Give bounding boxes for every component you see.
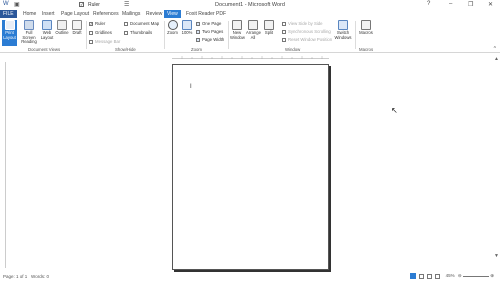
- draft-icon: [72, 20, 82, 30]
- group-divider: [228, 21, 229, 49]
- group-divider: [355, 21, 356, 49]
- tab-page-layout[interactable]: Page Layout: [60, 11, 90, 17]
- tab-home[interactable]: Home: [22, 11, 37, 17]
- sync-scroll-icon: [282, 29, 286, 34]
- zoom-group-label: Zoom: [191, 47, 202, 52]
- one-page-button[interactable]: One Page: [196, 21, 221, 26]
- tab-mailings[interactable]: Mailings: [121, 11, 141, 17]
- text-cursor: I: [190, 84, 192, 90]
- split-icon: [264, 20, 274, 30]
- horizontal-ruler[interactable]: [172, 55, 329, 59]
- zoom-button[interactable]: Zoom: [166, 20, 179, 36]
- minimize-icon[interactable]: –: [449, 1, 452, 7]
- outline-view-icon[interactable]: [435, 273, 441, 279]
- print-layout-button[interactable]: Print Layout: [2, 20, 17, 46]
- title-bar: W ▣ ✓ Ruler ☰ Document1 - Microsoft Word…: [0, 0, 500, 10]
- window-title: Document1 - Microsoft Word: [215, 2, 285, 8]
- ribbon: Print Layout Full Screen Reading Web Lay…: [0, 19, 500, 53]
- word-count[interactable]: Words: 0: [31, 274, 49, 279]
- gridlines-checkbox[interactable]: Gridlines: [89, 30, 112, 35]
- print-layout-icon: [4, 20, 15, 30]
- synchronous-scrolling-button[interactable]: Synchronous Scrolling: [282, 29, 331, 34]
- zoom-level[interactable]: 45%: [446, 273, 455, 278]
- ruler-checkbox[interactable]: ✓ Ruler: [89, 21, 105, 26]
- document-views-label: Document Views: [28, 47, 61, 52]
- horizontal-ruler-ticks: [181, 56, 323, 59]
- tab-foxit[interactable]: Foxit Reader PDF: [185, 11, 227, 17]
- collapse-ribbon-icon[interactable]: ^: [494, 46, 496, 52]
- tab-references[interactable]: References: [92, 11, 120, 17]
- magnifier-icon: [167, 20, 178, 30]
- vertical-scrollbar[interactable]: ▲ ▼: [492, 56, 500, 271]
- show-hide-label: Show/Hide: [115, 47, 136, 52]
- two-pages-icon: [196, 29, 200, 34]
- zoom-slider[interactable]: [462, 275, 489, 277]
- window-group-label: Window: [285, 47, 301, 52]
- mouse-pointer-icon: ↖: [391, 106, 398, 115]
- outline-icon: [57, 20, 67, 30]
- reset-position-icon: [282, 37, 286, 42]
- group-divider: [164, 21, 165, 49]
- switch-windows-button[interactable]: Switch Windows: [333, 20, 353, 40]
- document-page[interactable]: [172, 64, 329, 270]
- web-view-icon[interactable]: [427, 273, 433, 279]
- one-page-icon: [196, 21, 200, 26]
- two-pages-button[interactable]: Two Pages: [196, 29, 223, 34]
- vertical-ruler[interactable]: [3, 62, 6, 268]
- document-map-checkbox[interactable]: Document Map: [124, 21, 159, 26]
- thumbnails-checkbox[interactable]: Thumbnails: [124, 30, 152, 35]
- zoom-100-button[interactable]: 100%: [180, 20, 194, 36]
- tab-insert[interactable]: Insert: [41, 11, 56, 17]
- page-width-button[interactable]: Page Width: [196, 37, 224, 42]
- arrange-all-button[interactable]: Arrange All: [246, 20, 261, 40]
- web-layout-icon: [42, 20, 52, 30]
- web-layout-button[interactable]: Web Layout: [40, 20, 54, 40]
- tab-review[interactable]: Review: [145, 11, 163, 17]
- print-layout-view-icon[interactable]: [409, 273, 416, 279]
- new-window-icon: [232, 20, 242, 30]
- zoom-in-icon[interactable]: ⊕: [490, 273, 494, 278]
- zoom-100-icon: [182, 20, 192, 30]
- scroll-up-icon[interactable]: ▲: [494, 56, 499, 62]
- help-icon[interactable]: ?: [427, 1, 430, 7]
- view-side-by-side-button[interactable]: View Side by Side: [282, 21, 323, 26]
- ribbon-tabs: FILE Home Insert Page Layout References …: [0, 10, 500, 19]
- arrange-all-icon: [248, 20, 258, 30]
- full-screen-reading-button[interactable]: Full Screen Reading: [19, 20, 39, 45]
- reading-view-icon[interactable]: [418, 273, 424, 279]
- page-count[interactable]: Page: 1 of 1 Words: 0: [3, 274, 49, 279]
- page-width-icon: [196, 37, 200, 42]
- group-divider: [86, 21, 87, 49]
- status-bar: Page: 1 of 1 Words: 0 45% ⊖ ⊕: [0, 272, 500, 282]
- split-button[interactable]: Split: [262, 20, 276, 36]
- side-by-side-icon: [282, 21, 286, 26]
- file-tab[interactable]: FILE: [0, 10, 17, 18]
- reset-window-position-button[interactable]: Reset Window Position: [282, 37, 332, 42]
- scroll-down-icon[interactable]: ▼: [494, 253, 499, 259]
- message-bar-checkbox[interactable]: Message Bar: [89, 39, 120, 44]
- zoom-out-icon[interactable]: ⊖: [458, 273, 462, 278]
- close-icon[interactable]: ✕: [488, 1, 493, 8]
- status-right: 45% ⊖ ⊕: [409, 273, 494, 279]
- outline-button[interactable]: Outline: [55, 20, 69, 36]
- draft-button[interactable]: Draft: [70, 20, 84, 36]
- macros-icon: [361, 20, 371, 30]
- restore-icon[interactable]: ❐: [468, 1, 473, 8]
- switch-windows-icon: [338, 20, 348, 30]
- new-window-button[interactable]: New Window: [230, 20, 245, 40]
- macros-group-label: Macros: [359, 47, 374, 52]
- macros-button[interactable]: Macros: [357, 20, 375, 36]
- full-screen-icon: [24, 20, 34, 30]
- tab-view[interactable]: View: [164, 10, 181, 18]
